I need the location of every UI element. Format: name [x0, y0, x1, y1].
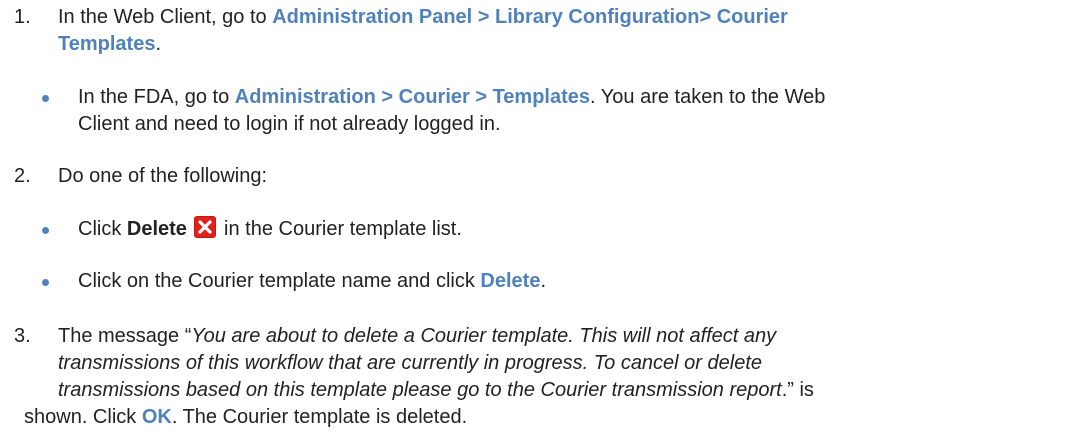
step-line: transmissions of this workflow that are … [58, 350, 1069, 377]
message-text: transmissions based on this template ple… [58, 379, 782, 401]
bullet-line: Client and need to login if not already … [78, 111, 1071, 138]
bullet-line: In the FDA, go to Administration > Couri… [78, 84, 1071, 111]
delete-label: Delete [126, 218, 187, 240]
ok-button-label: OK [141, 406, 172, 428]
step-line: In the Web Client, go to Administration … [58, 4, 1069, 31]
step-text-post: . The Courier template is deleted. [171, 406, 468, 428]
bullet-text-pre: Click [78, 218, 127, 240]
step-text: The message “You are about to delete a C… [58, 323, 1069, 404]
menu-path: Administration > Courier > Templates [234, 86, 591, 108]
bullet-text: In the FDA, go to Administration > Couri… [78, 84, 1071, 138]
delete-button-label: Delete [480, 270, 541, 292]
step-line: Templates. [58, 31, 1069, 58]
step-number: 1. [14, 6, 31, 28]
bullet-text-pre: Click on the Courier template name and c… [78, 270, 481, 292]
step-text: In the Web Client, go to Administration … [58, 4, 1069, 58]
bullet-text-pre: In the FDA, go to [78, 86, 235, 108]
menu-path: Administration Panel > Library Configura… [272, 6, 788, 28]
step-line: shown. Click OK. The Courier template is… [24, 404, 1071, 431]
bullet-text: Click on the Courier template name and c… [78, 268, 1071, 295]
step-line: The message “You are about to delete a C… [58, 323, 1069, 350]
step-text: Do one of the following: [58, 163, 1069, 190]
bullet-icon [42, 279, 49, 286]
bullet-icon [42, 95, 49, 102]
message-text: You are about to delete a Courier templa… [191, 325, 777, 347]
message-text: transmissions of this workflow that are … [58, 352, 763, 374]
step-number: 3. [14, 325, 31, 347]
bullet-icon [42, 227, 49, 234]
step-number: 2. [14, 165, 31, 187]
step-text-pre: In the Web Client, go to [58, 6, 273, 28]
bullet-text-line2: Client and need to login if not already … [78, 113, 501, 135]
bullet-text-post: . [540, 270, 546, 292]
bullet-text-post: . You are taken to the Web [590, 86, 826, 108]
bullet-text-post: in the Courier template list. [218, 218, 462, 240]
step-line: transmissions based on this template ple… [58, 377, 1069, 404]
step-text-pre: shown. Click [24, 406, 142, 428]
document-page: 1. In the Web Client, go to Administrati… [0, 0, 1081, 432]
step-text: Do one of the following: [58, 165, 268, 187]
bullet-text: Click Delete in the Courier template lis… [78, 216, 1071, 243]
step-text-post: . [155, 33, 162, 55]
step-text-pre: The message “ [58, 325, 192, 347]
menu-path-continued: Templates [58, 33, 156, 55]
step-text-post: .” is [781, 379, 814, 401]
delete-x-icon [194, 216, 217, 238]
